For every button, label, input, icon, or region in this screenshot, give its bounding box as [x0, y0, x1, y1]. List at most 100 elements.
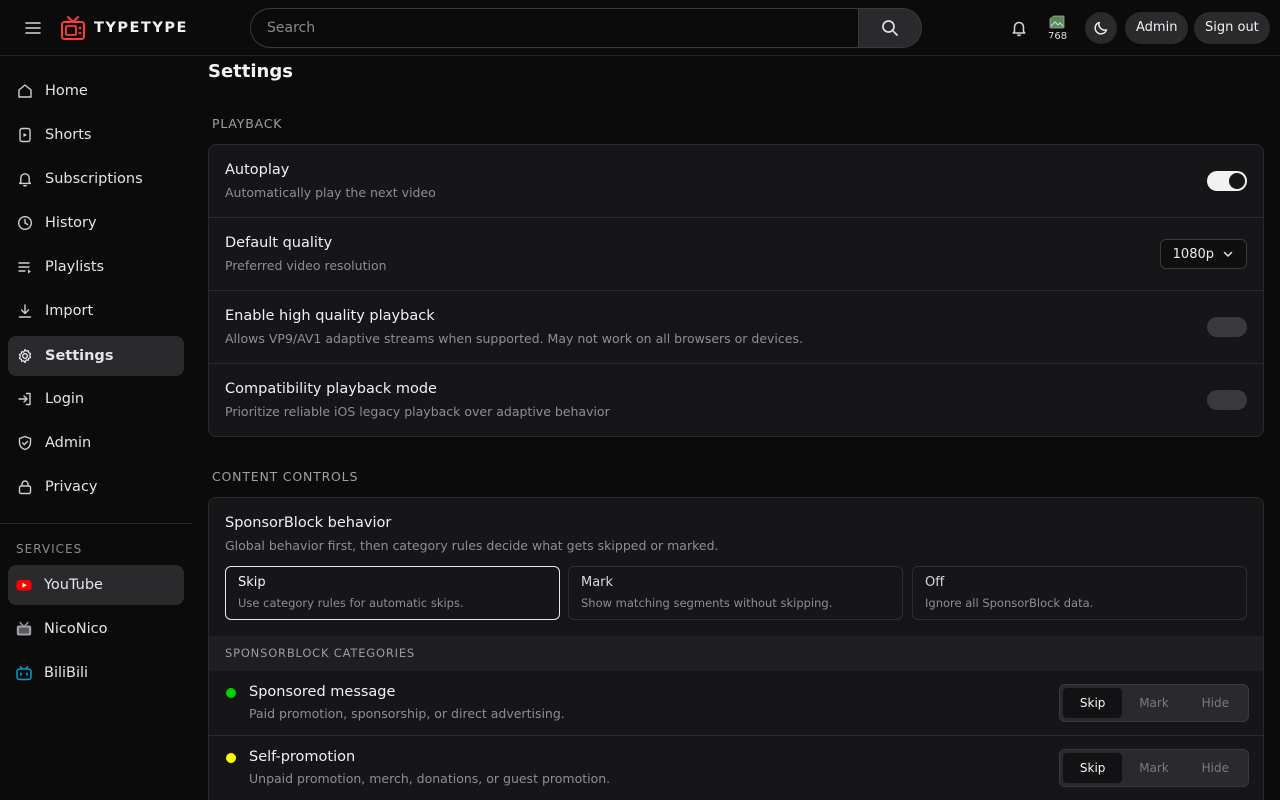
sidebar-item-label: NicoNico	[44, 621, 108, 637]
clock-icon	[17, 215, 33, 231]
category-description: Unpaid promotion, merch, donations, or g…	[249, 771, 611, 786]
sidebar-divider	[0, 523, 192, 524]
segment-skip-button[interactable]: Skip	[1063, 753, 1123, 783]
setting-title: Autoplay	[225, 162, 290, 178]
category-color-dot	[226, 753, 236, 763]
option-description: Ignore all SponsorBlock data.	[925, 596, 1094, 610]
sponsorblock-option-off[interactable]: Off Ignore all SponsorBlock data.	[912, 566, 1247, 620]
setting-description: Allows VP9/AV1 adaptive streams when sup…	[225, 331, 803, 346]
category-action-segmented: Skip Mark Hide	[1059, 749, 1249, 787]
search-bar	[250, 8, 922, 48]
shorts-icon	[19, 127, 31, 143]
sidebar-item-home[interactable]: Home	[8, 71, 184, 111]
segment-hide-button[interactable]: Hide	[1186, 753, 1245, 783]
menu-icon[interactable]	[24, 19, 42, 37]
setting-description: Prioritize reliable iOS legacy playback …	[225, 404, 610, 419]
sidebar-item-shorts[interactable]: Shorts	[8, 115, 184, 155]
segment-mark-button[interactable]: Mark	[1124, 688, 1183, 718]
category-row-self-promotion: Self-promotion Unpaid promotion, merch, …	[209, 736, 1263, 800]
admin-button[interactable]: Admin	[1125, 12, 1189, 44]
sidebar-item-niconico[interactable]: NicoNico	[8, 609, 184, 649]
quality-select-value: 1080p	[1172, 246, 1214, 262]
settings-main: Settings PLAYBACK Autoplay Automatically…	[192, 56, 1280, 800]
segment-hide-button[interactable]: Hide	[1186, 688, 1245, 718]
sponsorblock-title: SponsorBlock behavior	[225, 515, 392, 531]
sidebar-item-label: BiliBili	[44, 665, 89, 681]
sidebar-item-label: Privacy	[45, 479, 98, 495]
sidebar-item-label: Admin	[45, 435, 92, 451]
sidebar-item-privacy[interactable]: Privacy	[8, 467, 184, 507]
sidebar-item-admin[interactable]: Admin	[8, 423, 184, 463]
bell-icon	[18, 173, 32, 187]
gear-icon	[18, 348, 32, 364]
sidebar-item-label: Login	[45, 391, 85, 407]
category-action-segmented: Skip Mark Hide	[1059, 684, 1249, 722]
sidebar-item-label: Subscriptions	[45, 171, 143, 187]
sidebar-item-import[interactable]: Import	[8, 291, 184, 331]
bilibili-icon	[16, 665, 32, 681]
setting-row-autoplay: Autoplay Automatically play the next vid…	[209, 145, 1263, 218]
setting-title: Compatibility playback mode	[225, 381, 437, 397]
playback-section-label: PLAYBACK	[212, 116, 283, 131]
theme-toggle-button[interactable]	[1085, 12, 1117, 44]
brand-logo[interactable]: TYPETYPE	[60, 15, 188, 41]
niconico-icon	[16, 621, 32, 636]
sidebar-item-playlists[interactable]: Playlists	[8, 247, 184, 287]
tv-logo-icon	[61, 16, 85, 40]
sponsorblock-option-skip[interactable]: Skip Use category rules for automatic sk…	[225, 566, 560, 620]
sidebar-item-label: Shorts	[45, 127, 92, 143]
sidebar-item-settings[interactable]: Settings	[8, 336, 184, 376]
bell-icon	[1012, 21, 1026, 37]
moon-icon	[1094, 21, 1108, 35]
home-icon	[18, 84, 32, 98]
sponsorblock-option-mark[interactable]: Mark Show matching segments without skip…	[568, 566, 903, 620]
sidebar-item-youtube[interactable]: YouTube	[8, 565, 184, 605]
top-header: TYPETYPE 768 Admin Sign out	[0, 0, 1280, 56]
shield-icon	[18, 435, 32, 451]
sidebar-item-label: Import	[45, 303, 94, 319]
segment-mark-button[interactable]: Mark	[1124, 753, 1183, 783]
setting-row-high-quality: Enable high quality playback Allows VP9/…	[209, 291, 1263, 364]
sidebar-item-login[interactable]: Login	[8, 379, 184, 419]
sidebar-item-bilibili[interactable]: BiliBili	[8, 653, 184, 693]
sidebar-item-subscriptions[interactable]: Subscriptions	[8, 159, 184, 199]
category-title: Sponsored message	[249, 684, 396, 700]
sidebar-item-history[interactable]: History	[8, 203, 184, 243]
content-controls-card: SponsorBlock behavior Global behavior fi…	[208, 497, 1264, 800]
search-icon	[882, 20, 898, 36]
setting-row-default-quality: Default quality Preferred video resoluti…	[209, 218, 1263, 291]
sidebar: Home Shorts Subscriptions History Playli…	[0, 56, 192, 800]
setting-description: Preferred video resolution	[225, 258, 387, 273]
notifications-button[interactable]	[1010, 19, 1028, 41]
login-icon	[18, 392, 31, 406]
high-quality-toggle[interactable]	[1207, 317, 1247, 337]
sign-out-button[interactable]: Sign out	[1194, 12, 1270, 44]
option-description: Show matching segments without skipping.	[581, 596, 833, 610]
sponsorblock-categories-heading: SPONSORBLOCK CATEGORIES	[209, 636, 1263, 671]
sidebar-item-label: History	[45, 215, 97, 231]
sponsorblock-description: Global behavior first, then category rul…	[225, 538, 719, 553]
category-description: Paid promotion, sponsorship, or direct a…	[249, 706, 565, 721]
option-description: Use category rules for automatic skips.	[238, 596, 464, 610]
quality-select[interactable]: 1080p	[1159, 239, 1247, 269]
lock-icon	[18, 480, 32, 495]
content-controls-section-label: CONTENT CONTROLS	[212, 469, 359, 484]
segment-skip-button[interactable]: Skip	[1063, 688, 1123, 718]
sidebar-item-label: Settings	[45, 348, 114, 364]
autoplay-toggle[interactable]	[1207, 171, 1247, 191]
setting-row-compatibility-mode: Compatibility playback mode Prioritize r…	[209, 364, 1263, 436]
brand-name: TYPETYPE	[94, 20, 188, 36]
avatar-alt-text: 768	[1048, 31, 1068, 42]
setting-title: Default quality	[225, 235, 333, 251]
chevron-down-icon	[1223, 251, 1233, 257]
search-button[interactable]	[858, 8, 922, 48]
compatibility-mode-toggle[interactable]	[1207, 390, 1247, 410]
category-row-sponsored: Sponsored message Paid promotion, sponso…	[209, 671, 1263, 736]
option-title: Skip	[238, 575, 266, 590]
option-title: Off	[925, 575, 945, 590]
sidebar-item-label: YouTube	[44, 577, 103, 593]
category-color-dot	[226, 688, 236, 698]
setting-description: Automatically play the next video	[225, 185, 436, 200]
search-input[interactable]	[250, 8, 858, 48]
avatar[interactable]: 768	[1046, 14, 1074, 42]
